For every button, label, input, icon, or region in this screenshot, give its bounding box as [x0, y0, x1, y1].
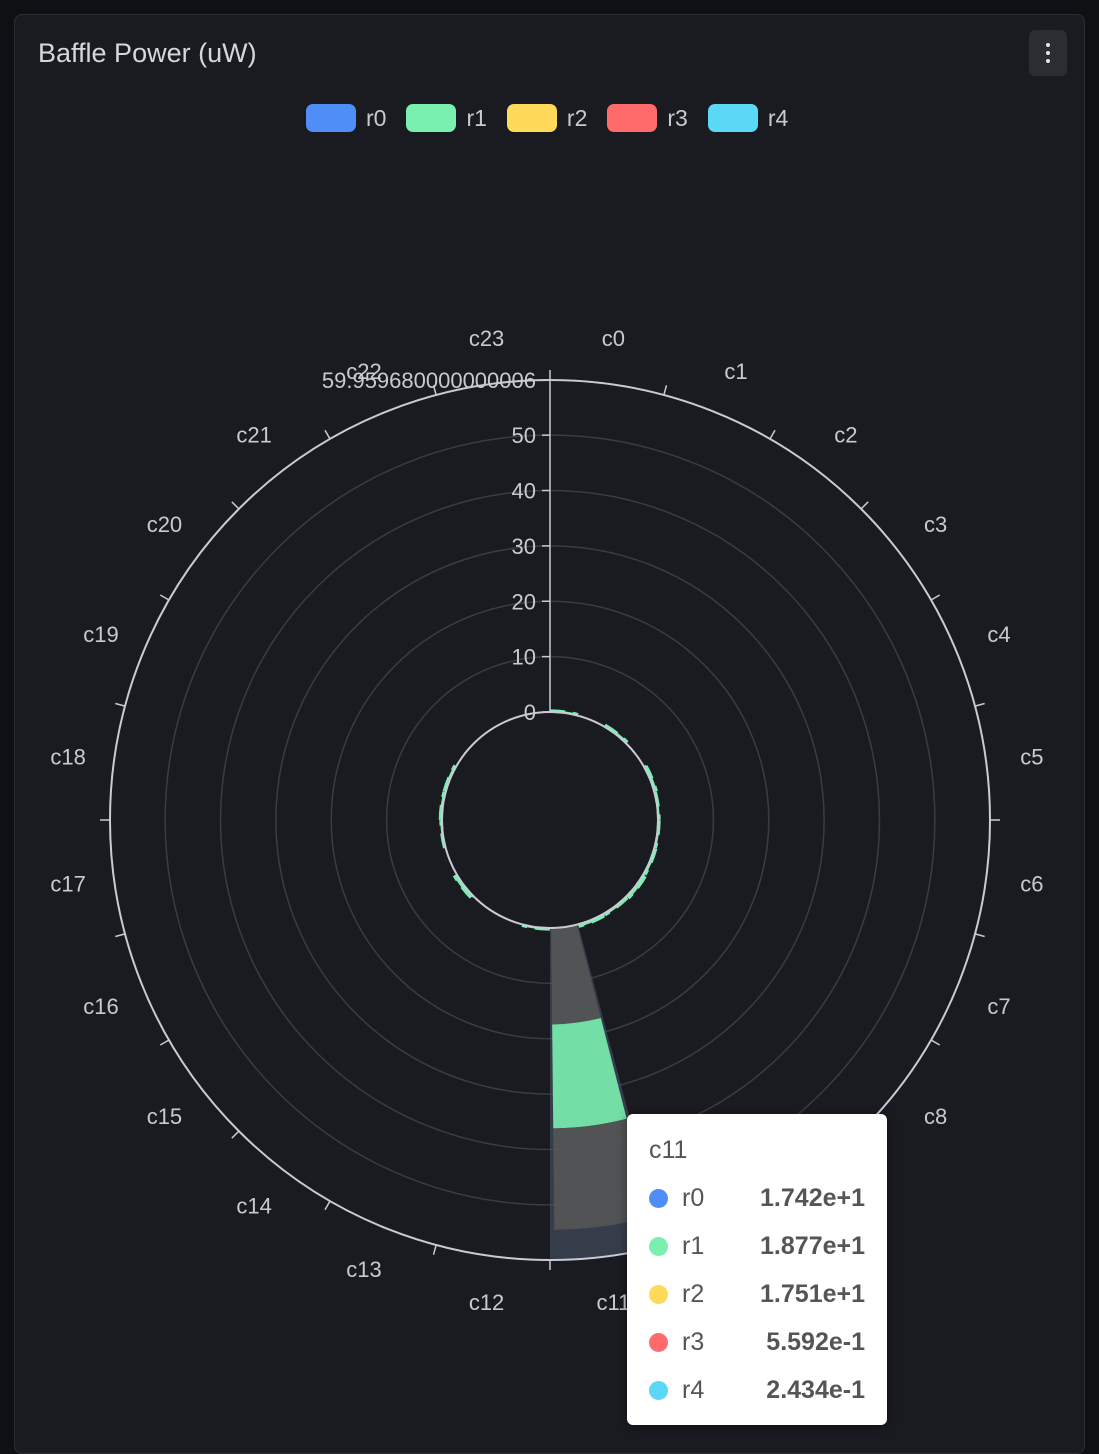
- angular-tick: [115, 702, 126, 707]
- series-dot: [649, 1284, 668, 1304]
- category-label-c12: c12: [469, 1290, 504, 1315]
- bar-r0-c11: [551, 924, 601, 1025]
- category-label-c14: c14: [236, 1194, 271, 1219]
- tooltip-series-value: 1.877e+1: [760, 1231, 865, 1260]
- angular-tick: [324, 429, 331, 440]
- angular-tick: [974, 702, 985, 707]
- angular-tick: [769, 429, 776, 440]
- tooltip-series-value: 2.434e-1: [766, 1375, 865, 1404]
- radial-tick-label: 40: [512, 479, 536, 504]
- tooltip-row-r3: r3 5.592e-1: [649, 1322, 865, 1362]
- category-label-c19: c19: [83, 622, 118, 647]
- tooltip-series-name: r4: [682, 1375, 705, 1404]
- category-label-c18: c18: [50, 745, 85, 770]
- angular-tick: [115, 933, 126, 938]
- category-label-c4: c4: [987, 622, 1010, 647]
- category-label-c7: c7: [987, 994, 1010, 1019]
- category-label-c0: c0: [602, 326, 625, 351]
- series-dot: [649, 1188, 668, 1208]
- tooltip-title: c11: [649, 1136, 688, 1164]
- bar-r1-c8: [625, 873, 648, 900]
- radial-tick-label: 50: [512, 423, 536, 448]
- category-label-c1: c1: [724, 359, 747, 384]
- category-label-c2: c2: [834, 422, 857, 447]
- chart-tooltip: c11 r0 1.742e+1 r1 1.877e+1 r2 1.751e+1 r3 5…: [627, 1114, 887, 1425]
- inner-axis-circle: [441, 711, 659, 929]
- tooltip-series-value: 1.751e+1: [760, 1279, 865, 1308]
- tooltip-series-name: r2: [682, 1279, 705, 1308]
- category-label-c3: c3: [924, 512, 947, 537]
- angular-tick: [974, 933, 985, 938]
- tooltip-series-value: 5.592e-1: [766, 1327, 865, 1356]
- category-label-c22: c22: [346, 359, 381, 384]
- angular-tick: [930, 594, 941, 601]
- angular-tick: [324, 1200, 331, 1211]
- bar-r1-c15: [452, 873, 475, 900]
- polar-chart: 0102030405059.959680000000006c0c1c2c3c4c…: [50, 326, 1043, 1315]
- category-label-c8: c8: [924, 1104, 947, 1129]
- tooltip-row-r4: r4 2.434e-1: [649, 1370, 865, 1410]
- tooltip-row-r2: r2 1.751e+1: [649, 1274, 865, 1314]
- angular-tick: [860, 501, 869, 510]
- angular-tick: [231, 1130, 240, 1139]
- radial-tick-label: 0: [524, 700, 536, 725]
- category-label-c15: c15: [147, 1104, 182, 1129]
- tooltip-series-value: 1.742e+1: [760, 1183, 865, 1212]
- radial-tick-label: 10: [512, 645, 536, 670]
- series-dot: [649, 1380, 668, 1400]
- tooltip-series-name: r0: [682, 1183, 705, 1212]
- series-dot: [649, 1332, 668, 1352]
- tooltip-row-r1: r1 1.877e+1: [649, 1226, 865, 1266]
- category-label-c21: c21: [236, 422, 271, 447]
- category-label-c16: c16: [83, 994, 118, 1019]
- category-label-c5: c5: [1020, 745, 1043, 770]
- angular-tick: [432, 1244, 437, 1255]
- angular-tick: [663, 385, 668, 396]
- radial-tick-label: 20: [512, 589, 536, 614]
- angular-tick: [930, 1039, 941, 1046]
- category-label-c17: c17: [50, 871, 85, 896]
- tooltip-series-name: r1: [682, 1231, 705, 1260]
- radial-tick-label: 30: [512, 534, 536, 559]
- angular-tick: [231, 501, 240, 510]
- series-dot: [649, 1236, 668, 1256]
- category-label-c20: c20: [147, 512, 182, 537]
- category-label-c6: c6: [1020, 871, 1043, 896]
- category-label-c23: c23: [469, 326, 504, 351]
- tooltip-row-r0: r0 1.742e+1: [649, 1178, 865, 1218]
- category-label-c11: c11: [597, 1290, 631, 1315]
- category-label-c13: c13: [346, 1257, 381, 1282]
- angular-tick: [159, 1039, 170, 1046]
- angular-tick: [159, 594, 170, 601]
- tooltip-series-name: r3: [682, 1327, 705, 1356]
